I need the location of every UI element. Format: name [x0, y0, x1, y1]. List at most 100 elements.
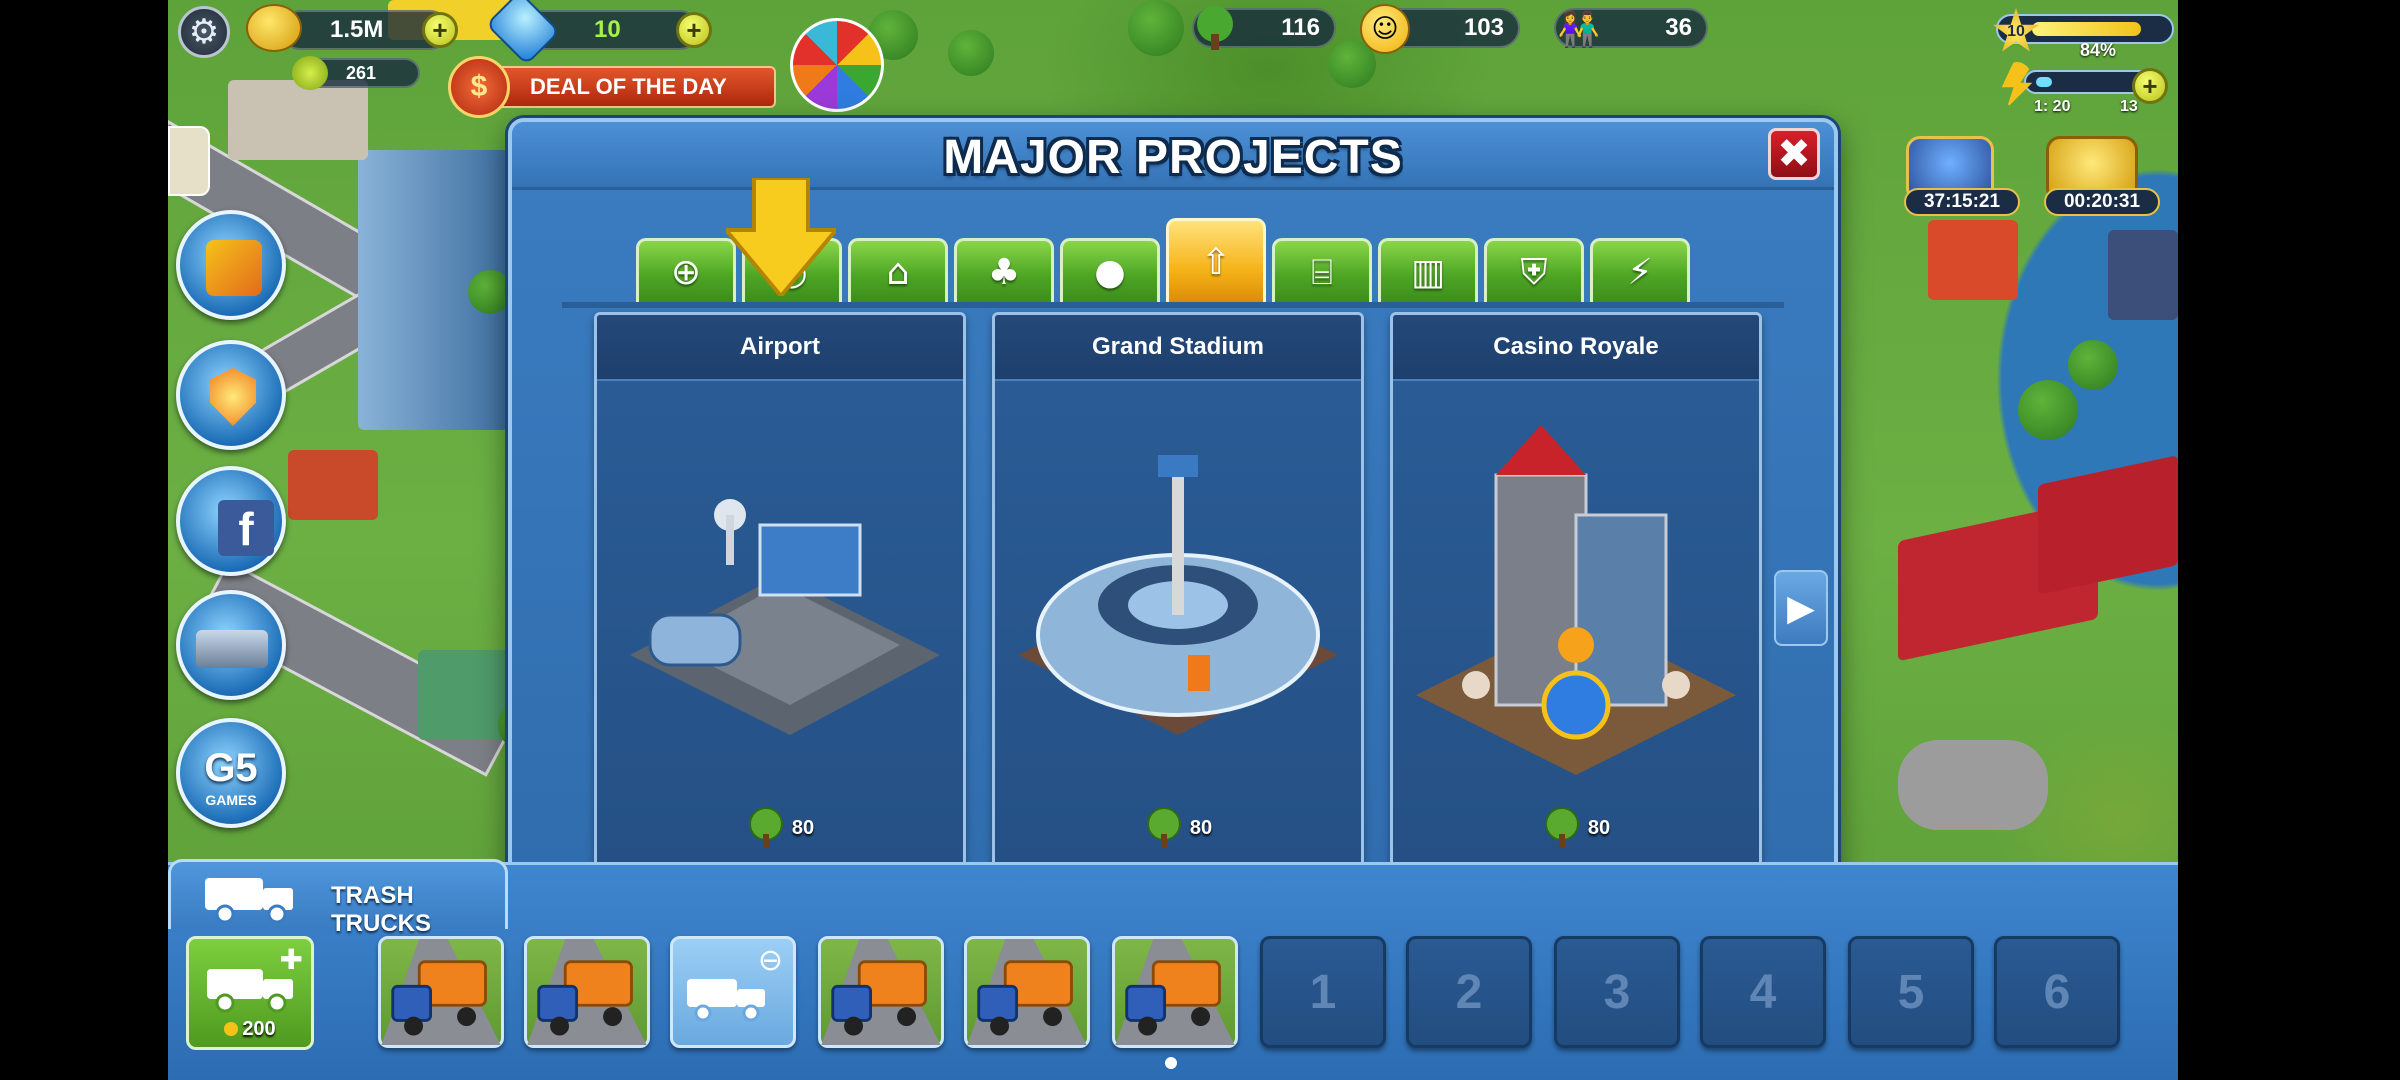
fire-department-button[interactable] — [176, 340, 286, 450]
facebook-button[interactable]: f — [176, 466, 286, 576]
garbage-truck-icon — [1115, 939, 1235, 1045]
slot-number: 3 — [1603, 965, 1631, 1019]
plus-icon: ✚ — [279, 943, 303, 976]
major-projects-dialog: MAJOR PROJECTS ✖ ⊕◎⌂♣●⇧⌸▥⛨⚡ Airport8015G… — [508, 118, 1838, 958]
tab-factory[interactable]: ▥ — [1378, 238, 1478, 304]
farm-house[interactable] — [288, 450, 378, 520]
tree-requirement: 80 — [995, 805, 1361, 851]
tab-tree[interactable]: ♣ — [954, 238, 1054, 304]
tab-bank[interactable]: ⌸ — [1272, 238, 1372, 304]
tree-requirement: 80 — [597, 805, 963, 851]
gift-icon — [206, 240, 262, 296]
buy-energy-button[interactable]: + — [2132, 68, 2168, 104]
slot-number: 4 — [1749, 965, 1777, 1019]
next-page-button[interactable]: ▶ — [1774, 570, 1828, 646]
tab-battery[interactable]: ⚡ — [1590, 238, 1690, 304]
buy-slot-price: 200 — [189, 1018, 311, 1041]
shield-plus-icon: ⛨ — [1520, 251, 1548, 293]
empty-truck-slot[interactable]: 4 — [1700, 936, 1826, 1048]
tab-bowling[interactable]: ● — [1060, 238, 1160, 304]
house[interactable] — [1928, 220, 2018, 300]
project-card-1[interactable]: Airport8015 — [594, 312, 966, 920]
coin-income-icon — [292, 56, 328, 90]
tree — [468, 270, 512, 314]
tree-icon — [1544, 807, 1579, 848]
tree-requirement-value: 80 — [791, 816, 815, 839]
tab-strip-base — [562, 302, 1784, 308]
deal-of-the-day-banner[interactable]: DEAL OF THE DAY — [470, 66, 776, 108]
tab-house[interactable]: ⌂ — [848, 238, 948, 304]
slot-number: 1 — [1309, 965, 1337, 1019]
coin-income-value: 261 — [346, 62, 377, 83]
buy-truck-slot-button[interactable]: ✚ 200 — [186, 936, 314, 1050]
slot-number: 2 — [1455, 965, 1483, 1019]
empty-truck-slot[interactable]: 5 — [1848, 936, 1974, 1048]
project-card-2[interactable]: Grand Stadium8015 — [992, 312, 1364, 920]
energy-count: 13 — [2120, 98, 2138, 115]
gear-icon: ⚙ — [188, 12, 220, 52]
panel-title: TRASH TRUCKS — [331, 882, 431, 937]
level-progress-fill — [2032, 22, 2141, 36]
airport-shortcut-button[interactable] — [176, 590, 286, 700]
facebook-icon: f — [218, 500, 274, 556]
empty-truck-slot[interactable]: 3 — [1554, 936, 1680, 1048]
trees-value: 116 — [1281, 14, 1320, 41]
factory-icon: ▥ — [1410, 252, 1445, 293]
buy-price-value: 200 — [242, 1018, 276, 1040]
coin-stack-icon — [246, 4, 302, 52]
close-icon: ✖ — [1777, 131, 1811, 177]
settings-button[interactable]: ⚙ — [178, 6, 230, 58]
remove-truck-slot[interactable]: ⊖ — [670, 936, 796, 1048]
bowling-icon: ● — [1094, 252, 1126, 293]
trash-trucks-tab[interactable]: TRASH TRUCKS — [168, 859, 508, 937]
tab-rocket-launch[interactable]: ⇧ — [1166, 218, 1266, 304]
deal-label: DEAL OF THE DAY — [530, 74, 727, 99]
empty-truck-slot[interactable]: 1 — [1260, 936, 1386, 1048]
trash-truck-slot[interactable] — [818, 936, 944, 1048]
level-value: 10 — [2007, 23, 2025, 40]
minus-circle-icon: ⊖ — [757, 943, 783, 978]
trash-truck-slot[interactable] — [378, 936, 504, 1048]
population-icon: 👫 — [1557, 10, 1601, 50]
slot-number: 5 — [1897, 965, 1925, 1019]
gas-station[interactable] — [228, 80, 368, 160]
g5-logo-text: G5 — [204, 746, 258, 790]
dollar-badge-icon: $ — [448, 56, 510, 118]
side-panel-collapse[interactable] — [168, 126, 210, 196]
red-bridge[interactable] — [2038, 455, 2178, 595]
g5-logo-sub: GAMES — [205, 792, 257, 808]
tab-document-plus[interactable]: ⊕ — [636, 238, 736, 304]
garbage-truck-icon — [527, 939, 647, 1045]
buy-gems-button[interactable]: + — [676, 12, 712, 48]
card-title: Casino Royale — [1393, 315, 1759, 381]
battery-icon: ⚡ — [1627, 252, 1653, 293]
stadium-illustration — [1005, 405, 1351, 785]
tab-shield-plus[interactable]: ⛨ — [1484, 238, 1584, 304]
tree — [948, 30, 994, 76]
empty-truck-slot[interactable]: 2 — [1406, 936, 1532, 1048]
wheel-of-fortune-icon[interactable] — [790, 18, 884, 112]
tree — [2068, 340, 2118, 390]
trash-truck-slot[interactable] — [1112, 936, 1238, 1048]
house-icon: ⌂ — [886, 252, 910, 293]
trash-truck-slot[interactable] — [524, 936, 650, 1048]
level-percent: 84% — [2080, 40, 2117, 60]
close-button[interactable]: ✖ — [1768, 128, 1820, 180]
airport-illustration — [607, 405, 953, 785]
gift-button[interactable] — [176, 210, 286, 320]
energy-fill — [2036, 77, 2052, 87]
empty-truck-slot[interactable]: 6 — [1994, 936, 2120, 1048]
g5-games-button[interactable]: G5 GAMES — [176, 718, 286, 828]
card-title: Grand Stadium — [995, 315, 1361, 381]
plus-icon: + — [2142, 70, 2158, 101]
trash-truck-slot[interactable] — [964, 936, 1090, 1048]
billboard[interactable] — [2108, 230, 2178, 320]
buy-coins-button[interactable]: + — [422, 12, 458, 48]
trash-truck-icon — [205, 878, 293, 924]
project-card-3[interactable]: Casino Royale8015 — [1390, 312, 1762, 920]
plane-icon — [196, 630, 268, 668]
tree-icon: ♣ — [987, 252, 1021, 293]
slot-number: 6 — [2043, 965, 2071, 1019]
tree-icon — [1146, 807, 1181, 848]
tree-counter-icon — [1197, 6, 1233, 50]
